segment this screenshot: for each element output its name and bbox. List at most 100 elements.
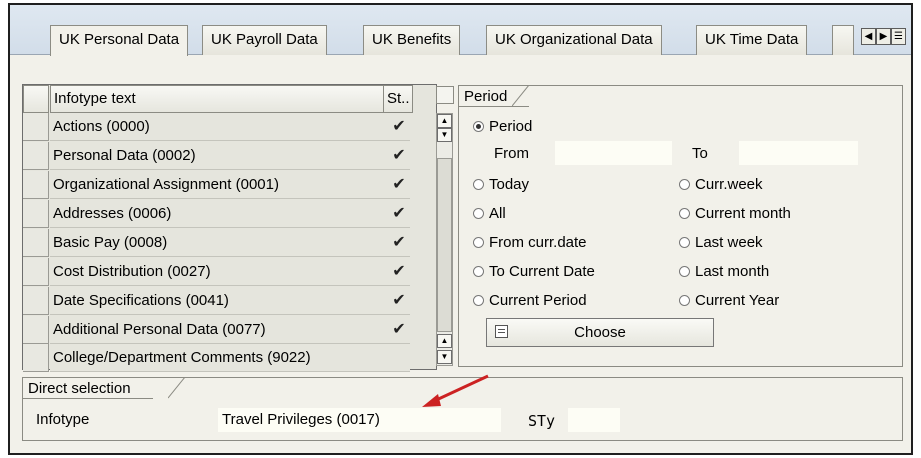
radio-icon: [473, 179, 484, 190]
subtype-label: STy: [528, 412, 556, 430]
row-infotype-text[interactable]: Addresses (0006): [50, 200, 410, 228]
row-status-check-icon: ✔: [392, 292, 406, 309]
scroll-thumb[interactable]: [437, 158, 452, 332]
radio-label: Period: [489, 118, 533, 135]
radio-label: Last month: [695, 263, 770, 280]
tab-list-icon[interactable]: ☰: [891, 28, 906, 45]
radio-current-month[interactable]: Current month: [679, 204, 791, 224]
radio-icon: [473, 295, 484, 306]
tab-uk-organizational-data[interactable]: UK Organizational Data: [486, 25, 662, 55]
row-selector[interactable]: [23, 113, 49, 141]
table-header: Infotype text St..: [23, 85, 423, 113]
row-status-check-icon: ✔: [392, 263, 406, 280]
radio-icon: [473, 237, 484, 248]
row-selector[interactable]: [23, 316, 49, 344]
radio-curr-week[interactable]: Curr.week: [679, 175, 763, 195]
tab-overflow[interactable]: [832, 25, 854, 55]
radio-today[interactable]: Today: [473, 175, 529, 195]
row-status-check-icon: [385, 344, 413, 372]
radio-period[interactable]: Period: [473, 117, 532, 137]
row-selector[interactable]: [23, 287, 49, 315]
row-infotype-text[interactable]: Personal Data (0002): [50, 142, 410, 170]
radio-label: To Current Date: [489, 263, 595, 280]
scroll-page-down-icon[interactable]: ▼: [437, 350, 452, 364]
radio-current-period[interactable]: Current Period: [473, 291, 587, 311]
row-infotype-text[interactable]: College/Department Comments (9022): [50, 344, 410, 372]
row-selector[interactable]: [23, 142, 49, 170]
tab-uk-time-data[interactable]: UK Time Data: [696, 25, 808, 55]
radio-icon: [679, 179, 690, 190]
scroll-down-icon[interactable]: ▼: [437, 128, 452, 142]
table-row[interactable]: Addresses (0006) ✔: [23, 200, 423, 228]
radio-label: From curr.date: [489, 234, 587, 251]
row-status-check-icon: ✔: [392, 321, 406, 338]
radio-to-current-date[interactable]: To Current Date: [473, 262, 595, 282]
table-row[interactable]: College/Department Comments (9022): [23, 344, 423, 372]
column-header-status[interactable]: St..: [383, 85, 413, 113]
row-status-check-icon: ✔: [392, 234, 406, 251]
radio-icon: [679, 266, 690, 277]
scroll-up-icon[interactable]: ▲: [437, 114, 452, 128]
tab-scroll-left-icon[interactable]: ◀: [861, 28, 876, 45]
infotype-table: Infotype text St.. Actions (0000) ✔ Pers…: [22, 84, 437, 372]
radio-last-month[interactable]: Last month: [679, 262, 769, 282]
table-row[interactable]: Cost Distribution (0027) ✔: [23, 258, 423, 286]
column-header-infotype-text[interactable]: Infotype text: [50, 85, 384, 113]
subtype-field[interactable]: [568, 408, 620, 432]
row-selector[interactable]: [23, 229, 49, 257]
direct-selection-title-slant: [168, 377, 186, 399]
row-infotype-text[interactable]: Cost Distribution (0027): [50, 258, 410, 286]
row-status-check-icon: ✔: [392, 118, 406, 135]
to-label: To: [692, 145, 708, 162]
row-infotype-text[interactable]: Additional Personal Data (0077): [50, 316, 410, 344]
table-row[interactable]: Personal Data (0002) ✔: [23, 142, 423, 170]
tab-scroll-right-icon[interactable]: ▶: [876, 28, 891, 45]
row-selector[interactable]: [23, 200, 49, 228]
radio-current-year[interactable]: Current Year: [679, 291, 779, 311]
radio-label: Current month: [695, 205, 791, 222]
sap-window-frame: UK Personal Data UK Payroll Data UK Bene…: [8, 3, 913, 455]
table-row[interactable]: Organizational Assignment (0001) ✔: [23, 171, 423, 199]
radio-last-week[interactable]: Last week: [679, 233, 763, 253]
radio-label: Current Year: [695, 292, 780, 309]
select-all-cell[interactable]: [23, 85, 49, 113]
radio-icon: [473, 266, 484, 277]
radio-icon: [473, 208, 484, 219]
table-row[interactable]: Date Specifications (0041) ✔: [23, 287, 423, 315]
annotation-arrow-icon: [422, 374, 489, 407]
row-infotype-text[interactable]: Basic Pay (0008): [50, 229, 410, 257]
radio-from-curr-date[interactable]: From curr.date: [473, 233, 587, 253]
choose-list-icon: [495, 325, 508, 338]
tab-uk-payroll-data[interactable]: UK Payroll Data: [202, 25, 327, 55]
tab-uk-benefits[interactable]: UK Benefits: [363, 25, 461, 55]
infotype-label: Infotype: [36, 411, 90, 428]
scroll-page-up-icon[interactable]: ▲: [437, 334, 452, 348]
choose-button[interactable]: Choose: [486, 318, 714, 347]
tab-uk-personal-data[interactable]: UK Personal Data: [50, 25, 189, 56]
radio-selected-icon: [473, 121, 484, 132]
tab-bar: UK Personal Data UK Payroll Data UK Bene…: [10, 5, 911, 56]
row-selector[interactable]: [23, 171, 49, 199]
row-status-check-icon: ✔: [392, 147, 406, 164]
table-vertical-scrollbar[interactable]: ▲ ▼ ▲ ▼: [436, 113, 453, 366]
row-selector[interactable]: [23, 344, 49, 372]
row-selector[interactable]: [23, 258, 49, 286]
row-status-check-icon: ✔: [392, 205, 406, 222]
row-infotype-text[interactable]: Organizational Assignment (0001): [50, 171, 410, 199]
row-infotype-text[interactable]: Date Specifications (0041): [50, 287, 410, 315]
table-row[interactable]: Actions (0000) ✔: [23, 113, 423, 141]
radio-label: Current Period: [489, 292, 587, 309]
table-row[interactable]: Additional Personal Data (0077) ✔: [23, 316, 423, 344]
from-label: From: [494, 145, 529, 162]
radio-all[interactable]: All: [473, 204, 506, 224]
to-date-field[interactable]: [739, 141, 858, 165]
choose-button-label: Choose: [574, 324, 626, 341]
table-settings-cell[interactable]: [436, 86, 454, 104]
radio-label: All: [489, 205, 506, 222]
table-row[interactable]: Basic Pay (0008) ✔: [23, 229, 423, 257]
period-title-slant: [512, 85, 530, 107]
radio-label: Last week: [695, 234, 763, 251]
direct-selection-title: Direct selection: [22, 377, 153, 399]
row-infotype-text[interactable]: Actions (0000): [50, 113, 410, 141]
from-date-field[interactable]: [555, 141, 672, 165]
